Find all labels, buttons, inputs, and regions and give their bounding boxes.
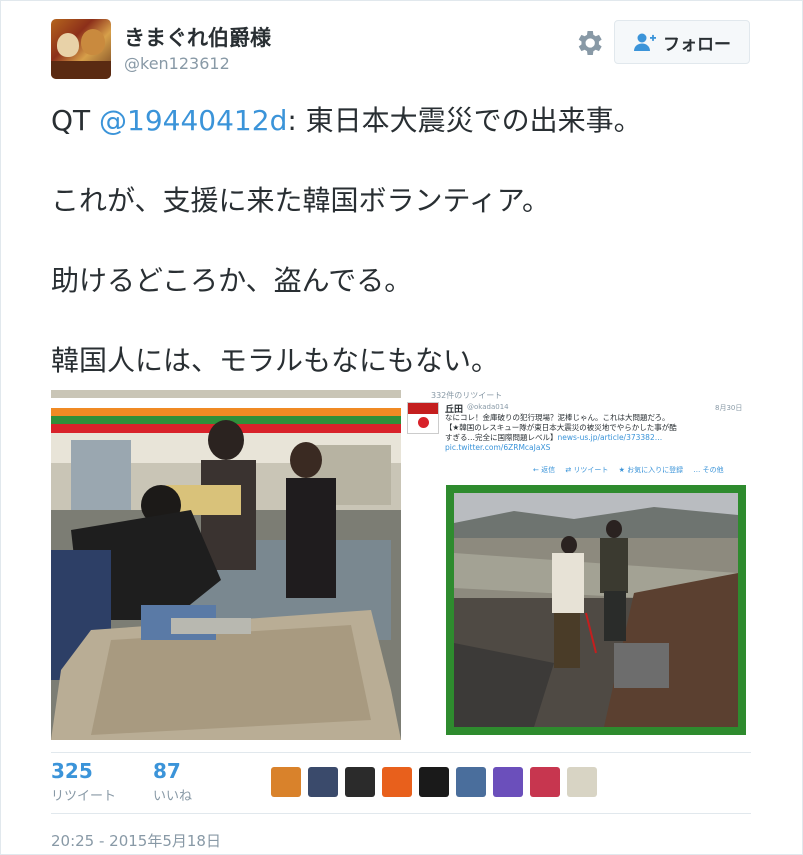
embedded-action-more: その他	[702, 466, 724, 474]
tweet-line-3: 助けるどころか、盗んでる。	[51, 264, 413, 297]
avatar-base	[51, 61, 111, 79]
display-name[interactable]: きまぐれ伯爵様	[124, 22, 271, 52]
liker-avatars	[271, 767, 597, 797]
liker-avatar-6[interactable]	[456, 767, 486, 797]
liker-avatar-1[interactable]	[271, 767, 301, 797]
mention-link[interactable]: @19440412d	[99, 104, 287, 137]
liker-avatar-4[interactable]	[382, 767, 412, 797]
retweet-stat[interactable]: 325 リツイート	[51, 759, 116, 804]
embedded-actions: ← 返信 ⇄ リツイート ★ お気に入りに登録 … その他	[533, 466, 724, 474]
embedded-text-line-1: なにコレ！金庫破りの犯行現場？泥棒じゃん。これは大問題だろ。	[445, 413, 670, 422]
embedded-avatar	[407, 402, 439, 434]
like-label: いいね	[153, 789, 193, 804]
embedded-text: なにコレ！金庫破りの犯行現場？泥棒じゃん。これは大問題だろ。 【★韓国のレスキュ…	[445, 413, 745, 453]
embedded-photo-frame	[446, 485, 746, 735]
embedded-link: news-us.jp/article/373382…	[557, 433, 663, 442]
liker-avatar-8[interactable]	[530, 767, 560, 797]
embedded-text-line-2: 【★韓国のレスキュー隊が東日本大震災の被災地でやらかした事が酷	[445, 423, 677, 432]
tweet-timestamp[interactable]: 20:25 - 2015年5月18日	[51, 830, 221, 851]
embedded-date: 8月30日	[715, 404, 743, 412]
follow-button[interactable]: フォロー	[614, 20, 750, 64]
tweet-photo-left[interactable]	[51, 390, 401, 740]
embedded-photo-drawing	[454, 493, 738, 727]
tweet-text: QT @19440412d: 東日本大震災での出来事。 これが、支援に来た韓国ボ…	[51, 92, 771, 390]
embedded-retweet-count: 332件のリツイート	[431, 391, 503, 400]
liker-avatar-5[interactable]	[419, 767, 449, 797]
tweet-line-1-rest: : 東日本大震災での出来事。	[287, 104, 642, 137]
gear-icon[interactable]	[573, 27, 605, 59]
user-avatar[interactable]	[51, 19, 111, 79]
liker-avatar-9[interactable]	[567, 767, 597, 797]
tweet-photo-right[interactable]: 332件のリツイート 丘田 @okada014 8月30日 なにコレ！金庫破りの…	[403, 390, 751, 740]
liker-avatar-7[interactable]	[493, 767, 523, 797]
liker-avatar-2[interactable]	[308, 767, 338, 797]
liker-avatar-3[interactable]	[345, 767, 375, 797]
embedded-action-retweet: リツイート	[573, 466, 609, 474]
tweet-stats: 325 リツイート 87 いいね	[51, 752, 751, 814]
tweet-line-2: これが、支援に来た韓国ボランティア。	[51, 184, 550, 217]
photo-left-drawing	[51, 390, 401, 740]
screen-name[interactable]: @ken123612	[124, 54, 230, 73]
qt-prefix: QT	[51, 104, 100, 137]
tweet-line-4: 韓国人には、モラルもなにもない。	[51, 344, 500, 377]
embedded-action-reply: 返信	[541, 466, 556, 474]
embedded-action-favorite: お気に入りに登録	[627, 466, 684, 474]
embedded-handle: @okada014	[467, 403, 509, 411]
avatar-cat-right	[81, 29, 105, 55]
like-count: 87	[153, 759, 181, 783]
add-user-icon	[634, 33, 656, 51]
retweet-label: リツイート	[51, 789, 117, 804]
retweet-count: 325	[51, 759, 93, 783]
embedded-pic-link: pic.twitter.com/6ZRMcaJaXS	[445, 443, 551, 452]
like-stat[interactable]: 87 いいね	[153, 759, 192, 804]
tweet-line-1: QT @19440412d: 東日本大震災での出来事。	[51, 92, 771, 150]
follow-button-label: フォロー	[663, 34, 731, 55]
embedded-text-line-3: すぎる…完全に国際問題レベル】	[445, 433, 558, 442]
avatar-cat-left	[57, 33, 79, 57]
